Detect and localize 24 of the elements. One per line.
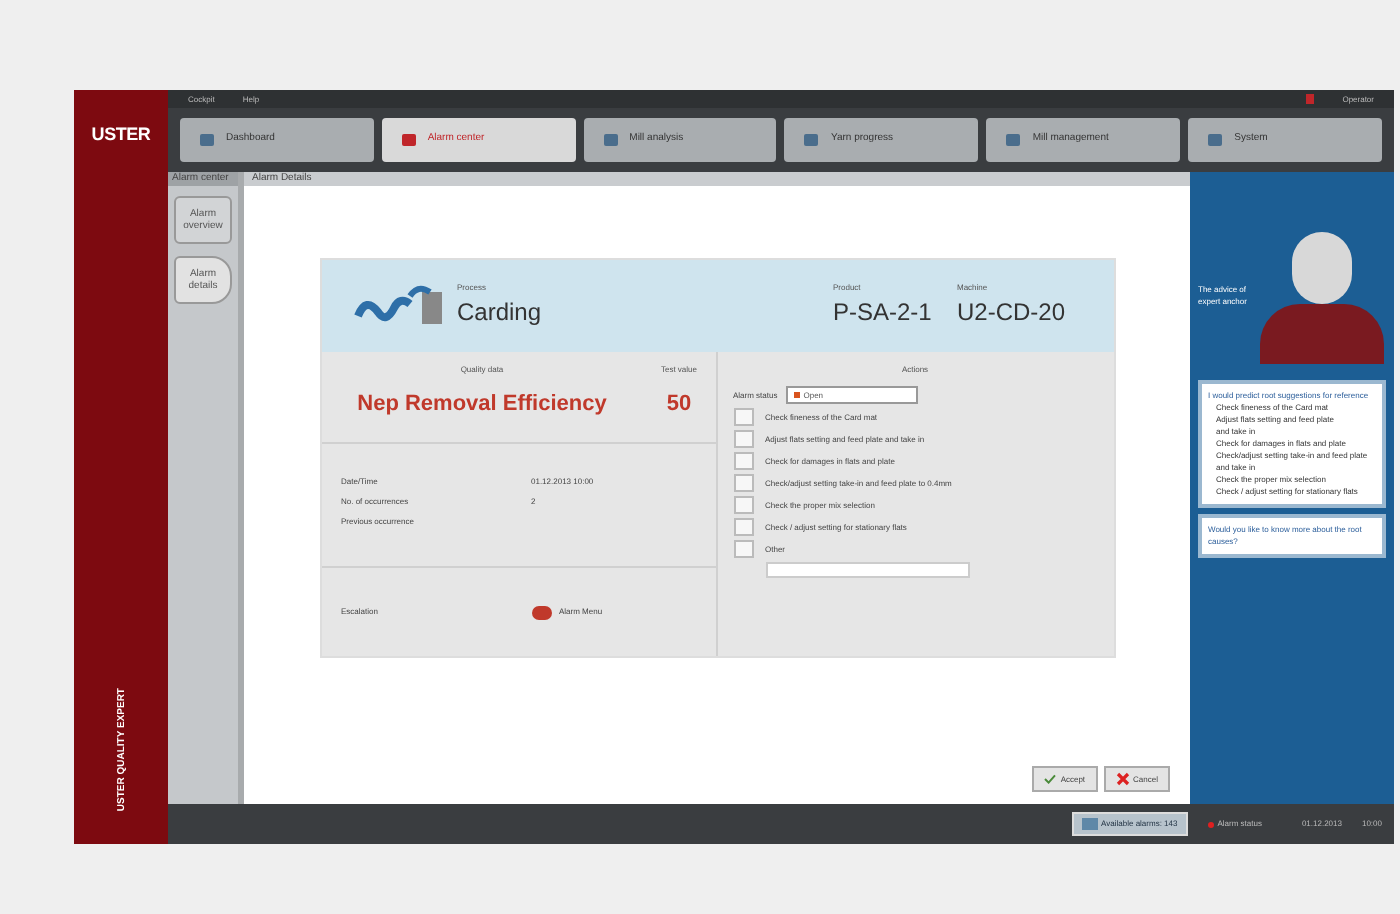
action-checkbox[interactable] <box>733 452 753 470</box>
escalation-icon <box>531 605 551 619</box>
check-icon <box>1044 774 1057 784</box>
action-checkbox[interactable] <box>733 496 753 514</box>
action-checkbox[interactable] <box>733 408 753 426</box>
tab-icon <box>603 134 618 146</box>
quality-value: Nep Removal Efficiency <box>357 390 607 420</box>
test-value: 50 <box>666 390 692 420</box>
close-icon <box>1115 772 1130 786</box>
action-checkbox[interactable] <box>733 430 753 448</box>
tab-icon <box>1208 134 1223 146</box>
product-value: P-SA-2-1 <box>833 296 934 330</box>
tab-icon <box>1006 134 1021 146</box>
other-input[interactable] <box>765 562 969 578</box>
tip-card[interactable] <box>1198 380 1386 508</box>
action-checkbox[interactable] <box>733 540 753 558</box>
tab-icon <box>804 134 819 146</box>
tab-icon <box>401 134 416 146</box>
process-value: Carding <box>457 296 542 330</box>
brand-logo: USTER <box>91 122 151 148</box>
machine-value: U2-CD-20 <box>957 296 1068 330</box>
action-checkbox[interactable] <box>733 518 753 536</box>
tab-icon <box>200 134 214 146</box>
action-checkbox[interactable] <box>733 474 753 492</box>
